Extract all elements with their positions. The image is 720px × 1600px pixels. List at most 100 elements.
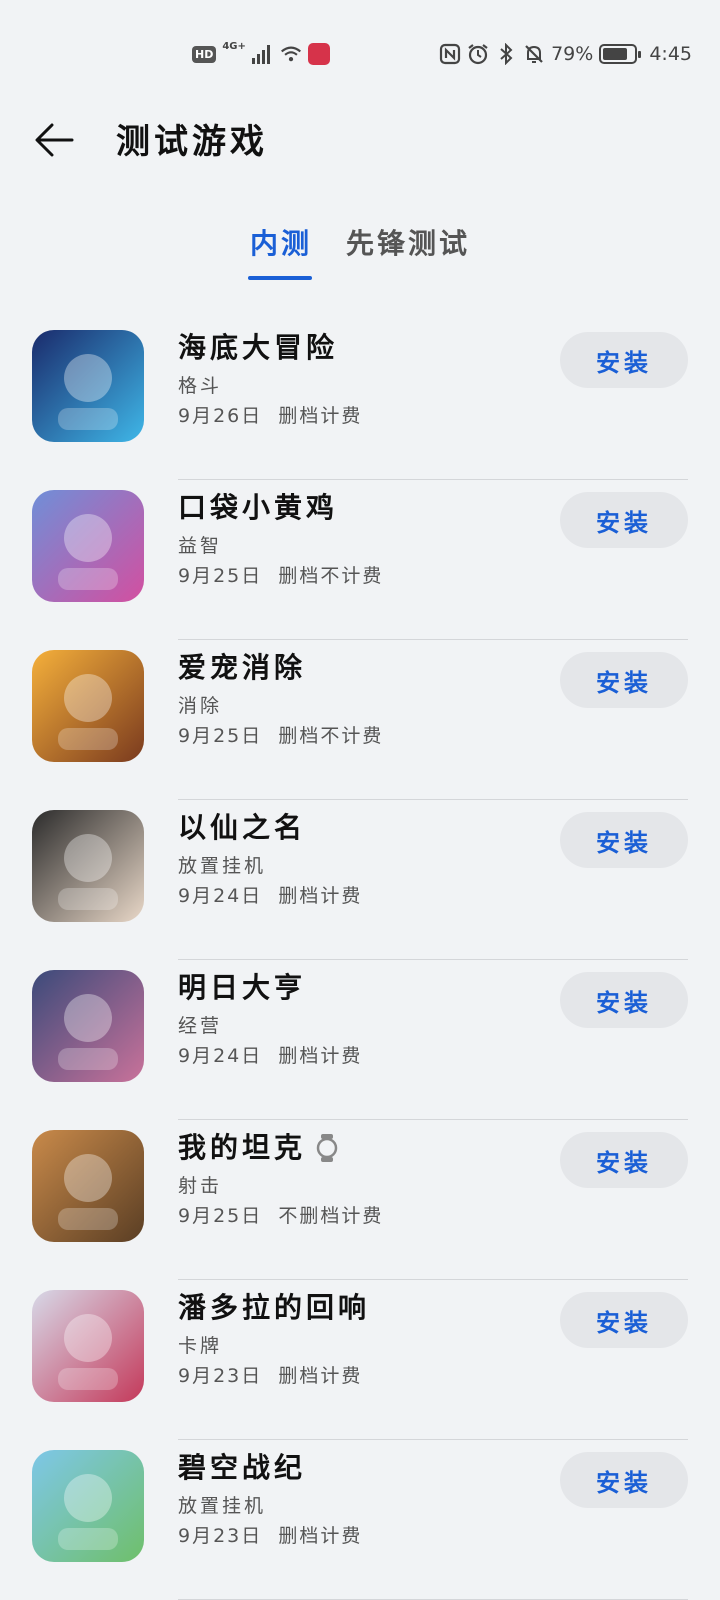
game-name: 海底大冒险 — [178, 328, 362, 368]
game-info: 海底大冒险格斗 9月26日 删档计费 — [178, 328, 362, 430]
test-date: 9月25日 — [178, 1205, 263, 1227]
game-name-text: 潘多拉的回响 — [178, 1291, 371, 1324]
game-category: 格斗 — [178, 375, 223, 397]
data-policy: 删档计费 — [278, 1525, 363, 1547]
tab-closed-beta[interactable]: 内测 — [250, 222, 312, 262]
game-name: 爱宠消除 — [178, 648, 383, 688]
test-date: 9月23日 — [178, 1525, 263, 1547]
game-test-info: 9月23日 删档计费 — [178, 1522, 362, 1550]
green-hair-girl-game-icon[interactable] — [32, 1450, 144, 1562]
alarm-icon — [467, 43, 489, 65]
data-policy: 删档计费 — [278, 885, 363, 907]
game-category: 益智 — [178, 535, 223, 557]
status-bar: HD 4G+ 79% 4:45 — [0, 0, 720, 100]
data-policy: 删档计费 — [278, 1045, 363, 1067]
game-list-item[interactable]: 海底大冒险格斗 9月26日 删档计费 安装 — [0, 320, 720, 480]
data-policy: 删档不计费 — [278, 725, 384, 747]
tab-pioneer-test[interactable]: 先锋测试 — [346, 222, 470, 262]
game-category: 经营 — [178, 1015, 223, 1037]
game-category: 卡牌 — [178, 1335, 223, 1357]
install-button[interactable]: 安装 — [560, 1292, 688, 1348]
install-button[interactable]: 安装 — [560, 972, 688, 1028]
battery-percent: 79% — [551, 43, 594, 65]
game-list-item[interactable]: 口袋小黄鸡益智 9月25日 删档不计费 安装 — [0, 480, 720, 640]
bluetooth-icon — [495, 43, 517, 65]
game-info: 爱宠消除 消除 9月25日 删档不计费 — [178, 648, 383, 750]
install-button[interactable]: 安装 — [560, 812, 688, 868]
game-test-info: 9月24日 删档计费 — [178, 1042, 362, 1070]
network-type: 4G+ — [222, 40, 246, 52]
game-list-item[interactable]: 碧空战纪放置挂机 9月23日 删档计费 安装 — [0, 1440, 720, 1600]
game-category: 放置挂机 — [178, 1495, 267, 1517]
data-policy: 不删档计费 — [278, 1205, 384, 1227]
game-list-item[interactable]: 爱宠消除 消除 9月25日 删档不计费 安装 — [0, 640, 720, 800]
game-test-info: 9月24日 删档计费 — [178, 882, 362, 910]
status-left: HD 4G+ — [192, 40, 330, 68]
game-test-info: 9月25日 删档不计费 — [178, 722, 383, 750]
game-name: 我的坦克 — [178, 1128, 383, 1168]
game-list: 海底大冒险 格斗 9月26日 删档计费 安装 口袋小黄鸡 益智 9月25日 删档不计费 安装爱… — [0, 320, 720, 1600]
battery-icon — [599, 44, 642, 64]
install-button[interactable]: 安装 — [560, 1452, 688, 1508]
nfc-icon — [439, 43, 461, 65]
active-tab-indicator — [248, 276, 312, 280]
game-name: 以仙之名 — [178, 808, 362, 848]
pixel-chicken-game-icon[interactable] — [32, 490, 144, 602]
data-policy: 删档计费 — [278, 405, 363, 427]
xianxia-character-game-icon[interactable] — [32, 810, 144, 922]
game-info: 碧空战纪放置挂机 9月23日 删档计费 — [178, 1448, 362, 1550]
game-name-text: 碧空战纪 — [178, 1451, 307, 1484]
game-info: 口袋小黄鸡益智 9月25日 删档不计费 — [178, 488, 383, 590]
header: 测试游戏 — [0, 100, 720, 180]
game-test-info: 9月25日 删档不计费 — [178, 562, 383, 590]
test-date: 9月25日 — [178, 725, 263, 747]
wifi-icon — [280, 43, 302, 65]
game-name-text: 口袋小黄鸡 — [178, 491, 339, 524]
tank-game-icon[interactable] — [32, 1130, 144, 1242]
back-button[interactable] — [30, 116, 78, 164]
game-list-item[interactable]: 明日大亨经营 9月24日 删档计费 安装 — [0, 960, 720, 1120]
data-policy: 删档不计费 — [278, 565, 384, 587]
cake-game-icon[interactable] — [32, 650, 144, 762]
clock: 4:45 — [649, 43, 692, 65]
tycoon-characters-game-icon[interactable] — [32, 970, 144, 1082]
tab-bar: 内测 先锋测试 — [0, 222, 720, 286]
test-date: 9月24日 — [178, 885, 263, 907]
anime-girl-game-icon[interactable] — [32, 1290, 144, 1402]
test-date: 9月24日 — [178, 1045, 263, 1067]
signal-icon — [251, 43, 274, 65]
game-category: 射击 — [178, 1175, 223, 1197]
test-date: 9月26日 — [178, 405, 263, 427]
game-name: 明日大亨 — [178, 968, 362, 1008]
game-name: 口袋小黄鸡 — [178, 488, 383, 528]
game-list-item[interactable]: 以仙之名放置挂机 9月24日 删档计费 安装 — [0, 800, 720, 960]
install-button[interactable]: 安装 — [560, 492, 688, 548]
game-info: 明日大亨经营 9月24日 删档计费 — [178, 968, 362, 1070]
page-title: 测试游戏 — [116, 122, 268, 162]
test-date: 9月25日 — [178, 565, 263, 587]
game-info: 以仙之名放置挂机 9月24日 删档计费 — [178, 808, 362, 910]
game-name: 碧空战纪 — [178, 1448, 362, 1488]
ninja-game-icon[interactable] — [32, 330, 144, 442]
game-list-item[interactable]: 潘多拉的回响 卡牌 9月23日 删档计费 安装 — [0, 1280, 720, 1440]
game-list-item[interactable]: 我的坦克射击 9月25日 不删档计费 安装 — [0, 1120, 720, 1280]
game-name: 潘多拉的回响 — [178, 1288, 370, 1328]
game-name-text: 我的坦克 — [178, 1131, 307, 1164]
game-test-info: 9月26日 删档计费 — [178, 402, 362, 430]
install-button[interactable]: 安装 — [560, 332, 688, 388]
game-info: 我的坦克射击 9月25日 不删档计费 — [178, 1128, 383, 1230]
install-button[interactable]: 安装 — [560, 652, 688, 708]
battery-fill — [603, 48, 628, 60]
smartwatch-icon — [316, 1133, 338, 1163]
install-button[interactable]: 安装 — [560, 1132, 688, 1188]
game-category: 放置挂机 — [178, 855, 267, 877]
game-test-info: 9月25日 不删档计费 — [178, 1202, 383, 1230]
